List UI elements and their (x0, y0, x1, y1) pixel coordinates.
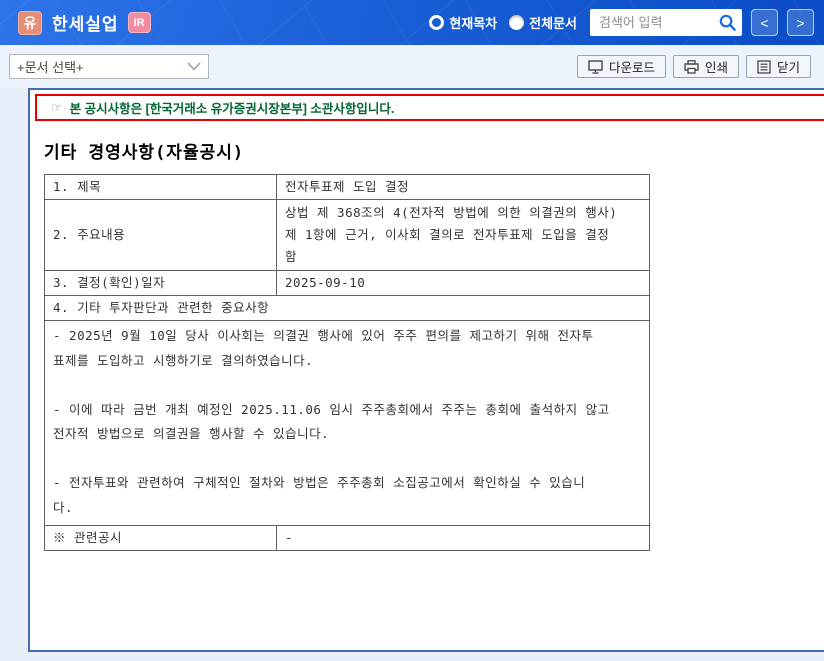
prev-result-button[interactable]: < (751, 9, 778, 36)
table-cell-value: - (276, 525, 650, 551)
radio-current-toc-label: 현재목차 (449, 16, 498, 31)
chevron-down-icon (187, 62, 201, 71)
jurisdiction-notice-text: 본 공시사항은 [한국거래소 유가증권시장본부] 소관사항입니다. (69, 102, 395, 116)
pointing-hand-icon: ☞ (51, 99, 63, 115)
print-button-label: 인쇄 (704, 61, 728, 75)
next-result-button[interactable]: > (787, 9, 814, 36)
chevron-left-icon: < (760, 14, 769, 31)
close-button-label: 닫기 (776, 61, 800, 75)
table-cell-label: 1. 제목 (44, 174, 277, 200)
download-button-label: 다운로드 (608, 61, 655, 75)
company-name: 한세실업 (52, 15, 119, 34)
radio-current-toc[interactable]: 현재목차 (429, 13, 497, 32)
radio-current-toc-circle[interactable] (429, 15, 445, 30)
radio-all-documents-circle[interactable] (509, 15, 525, 30)
app-header: 유 한세실업 IR 현재목차 전체문서 < > (0, 0, 824, 45)
table-cell-label: 2. 주요내용 (44, 199, 277, 271)
radio-all-documents[interactable]: 전체문서 (509, 13, 577, 32)
search-icon[interactable] (718, 13, 737, 32)
disclosure-table: 1. 제목 전자투표제 도입 결정 2. 주요내용 상법 제 368조의 4(전… (44, 174, 650, 551)
disclosure-title: 기타 경영사항(자율공시) (44, 143, 245, 163)
print-button[interactable]: 인쇄 (672, 55, 739, 78)
table-row: 2. 주요내용 상법 제 368조의 4(전자적 방법에 의한 의결권의 행사)… (44, 199, 650, 271)
table-row: 3. 결정(확인)일자 2025-09-10 (44, 270, 650, 296)
close-button[interactable]: 닫기 (745, 55, 811, 78)
download-button[interactable]: 다운로드 (576, 55, 666, 78)
ir-badge: IR (127, 12, 151, 33)
document-list-icon (757, 59, 771, 74)
search-scope-radio-group: 현재목차 전체문서 (429, 13, 577, 32)
document-toolbar: +문서 선택+ 다운로드 인쇄 닫기 (0, 45, 824, 88)
table-cell-value: 2025-09-10 (276, 270, 650, 296)
document-select-dropdown[interactable]: +문서 선택+ (9, 54, 209, 79)
search-box (590, 9, 742, 36)
table-row: ※ 관련공시 - (44, 525, 650, 551)
table-row: - 2025년 9월 10일 당사 이사회는 의결권 행사에 있어 주주 편의를… (44, 320, 650, 526)
printer-icon (684, 59, 699, 74)
table-cell-label: 3. 결정(확인)일자 (44, 270, 277, 296)
monitor-icon (588, 59, 603, 74)
table-cell-value: 상법 제 368조의 4(전자적 방법에 의한 의결권의 행사) 제 1항에 근… (276, 199, 650, 271)
market-type-badge: 유 (18, 10, 42, 35)
jurisdiction-notice: ☞ 본 공시사항은 [한국거래소 유가증권시장본부] 소관사항입니다. (35, 94, 824, 121)
table-row: 1. 제목 전자투표제 도입 결정 (44, 174, 650, 200)
chevron-right-icon: > (796, 14, 805, 31)
table-row: 4. 기타 투자판단과 관련한 중요사항 (44, 295, 650, 321)
table-cell-section-header: 4. 기타 투자판단과 관련한 중요사항 (44, 295, 650, 321)
document-select-value: +문서 선택+ (17, 60, 84, 75)
disclosure-document-panel: ☞ 본 공시사항은 [한국거래소 유가증권시장본부] 소관사항입니다. 기타 경… (28, 88, 824, 652)
table-cell-detail-text: - 2025년 9월 10일 당사 이사회는 의결권 행사에 있어 주주 편의를… (44, 320, 650, 526)
table-cell-value: 전자투표제 도입 결정 (276, 174, 650, 200)
radio-all-documents-label: 전체문서 (529, 16, 577, 31)
table-cell-label: ※ 관련공시 (44, 525, 277, 551)
